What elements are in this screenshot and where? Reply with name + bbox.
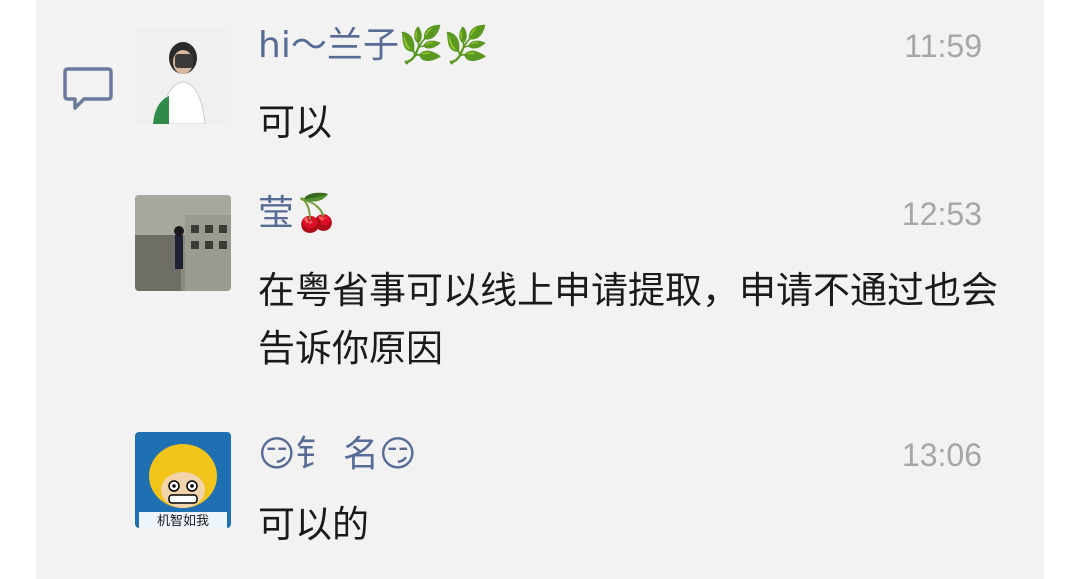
comment-time: 13:06 — [901, 437, 982, 473]
avatar[interactable]: 机智如我 — [135, 432, 231, 528]
comment-author[interactable]: 莹🍒 — [258, 192, 339, 236]
comment-text: 在粤省事可以线上申请提取，申请不通过也会告诉你原因 — [258, 269, 998, 370]
comment-text: 可以的 — [258, 503, 369, 546]
comment-icon[interactable] — [62, 66, 114, 112]
avatar[interactable] — [135, 28, 231, 124]
comments-panel: hi～兰子🌿🌿 11:59 可以 莹🍒 12:53 在粤省事可以线上申请提取，申… — [36, 0, 1044, 579]
comment-time: 11:59 — [904, 28, 982, 64]
comment-author[interactable]: 😏钅 名😏 — [258, 433, 417, 477]
comment-time: 12:53 — [901, 196, 982, 232]
comment-text: 可以 — [258, 101, 332, 144]
comment-author[interactable]: hi～兰子🌿🌿 — [258, 24, 488, 68]
avatar-caption: 机智如我 — [157, 513, 209, 528]
avatar[interactable] — [135, 195, 231, 291]
